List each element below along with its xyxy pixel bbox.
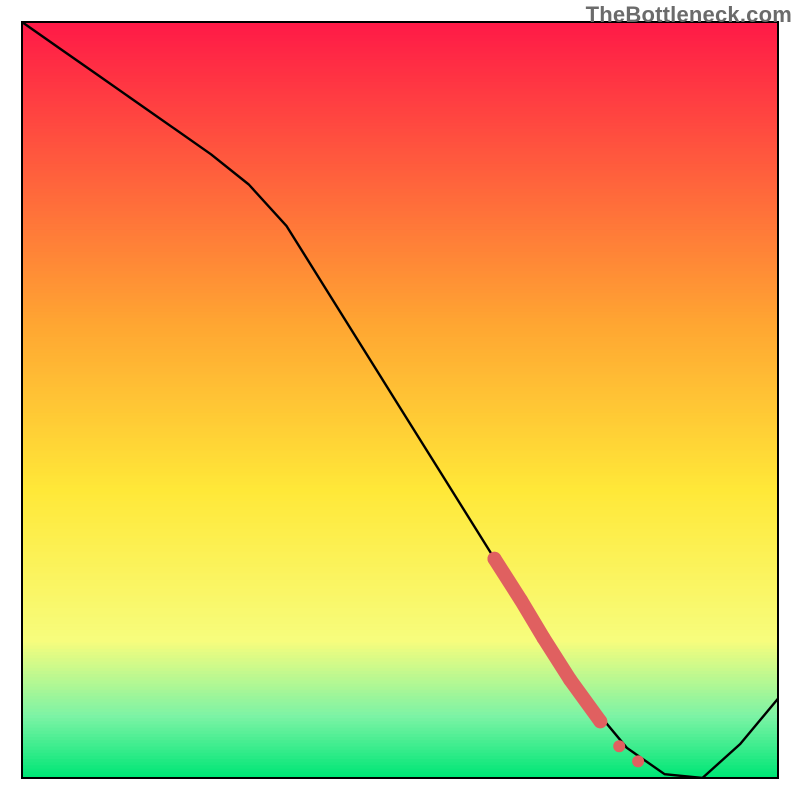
highlight-dot <box>613 740 625 752</box>
chart-stage: TheBottleneck.com <box>0 0 800 800</box>
highlight-dot <box>514 593 528 607</box>
highlight-dot <box>632 755 644 767</box>
highlight-dot <box>563 673 577 687</box>
highlight-dot <box>488 552 502 566</box>
chart-svg <box>0 0 800 800</box>
gradient-background <box>22 22 778 779</box>
watermark-label: TheBottleneck.com <box>586 2 792 28</box>
highlight-dot <box>593 714 607 728</box>
highlight-dot <box>537 631 551 645</box>
